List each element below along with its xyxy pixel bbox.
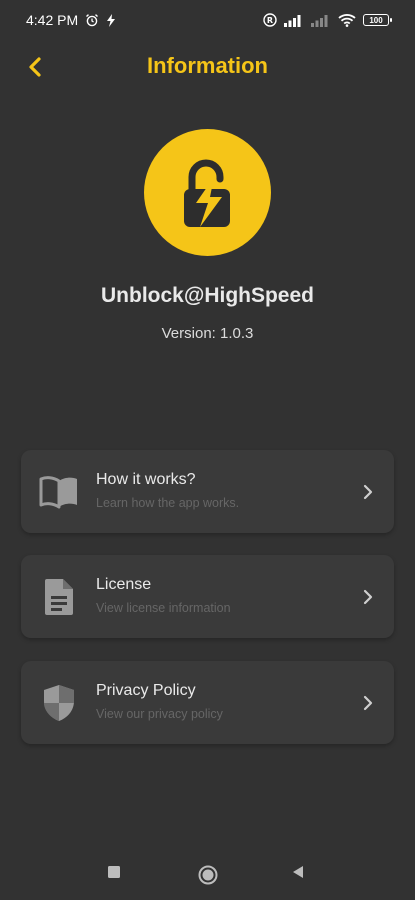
status-time: 4:42 PM bbox=[26, 12, 79, 28]
signal-2-icon bbox=[311, 14, 331, 27]
signal-icon bbox=[284, 14, 304, 27]
license-card[interactable]: License View license information bbox=[21, 555, 394, 638]
svg-text:R: R bbox=[267, 16, 273, 25]
circle-icon bbox=[198, 865, 218, 885]
card-subtitle: Learn how the app works. bbox=[96, 496, 240, 510]
top-bar: Information bbox=[0, 40, 415, 92]
page-title: Information bbox=[147, 53, 268, 78]
card-title: License bbox=[96, 576, 152, 593]
unlock-bolt-icon bbox=[183, 159, 230, 227]
app-name: Unblock@HighSpeed bbox=[101, 284, 314, 307]
back-nav-button[interactable] bbox=[290, 864, 306, 880]
card-subtitle: View our privacy policy bbox=[96, 707, 223, 721]
flash-icon bbox=[106, 13, 116, 27]
chevron-right-icon bbox=[358, 692, 378, 714]
shield-icon bbox=[39, 683, 79, 723]
battery-icon: 100 bbox=[363, 14, 392, 26]
alarm-icon bbox=[85, 13, 99, 27]
home-button[interactable] bbox=[197, 864, 219, 886]
document-icon bbox=[39, 577, 79, 617]
wifi-icon bbox=[338, 13, 356, 27]
triangle-back-icon bbox=[293, 866, 303, 878]
recents-button[interactable] bbox=[106, 864, 122, 880]
status-right: R 100 bbox=[263, 13, 392, 27]
battery-level: 100 bbox=[369, 15, 383, 25]
app-logo bbox=[144, 129, 271, 256]
card-title: Privacy Policy bbox=[96, 682, 196, 699]
app-version: Version: 1.0.3 bbox=[161, 325, 254, 342]
square-icon bbox=[108, 866, 120, 878]
system-navigation-bar bbox=[0, 850, 415, 900]
privacy-policy-card[interactable]: Privacy Policy View our privacy policy bbox=[21, 661, 394, 744]
record-icon: R bbox=[263, 13, 277, 27]
chevron-right-icon bbox=[358, 586, 378, 608]
status-left: 4:42 PM bbox=[26, 12, 116, 28]
book-icon bbox=[39, 472, 79, 512]
card-title: How it works? bbox=[96, 471, 196, 488]
how-it-works-card[interactable]: How it works? Learn how the app works. bbox=[21, 450, 394, 533]
chevron-right-icon bbox=[358, 481, 378, 503]
card-subtitle: View license information bbox=[96, 601, 231, 615]
status-bar: 4:42 PM R 100 bbox=[0, 0, 415, 40]
